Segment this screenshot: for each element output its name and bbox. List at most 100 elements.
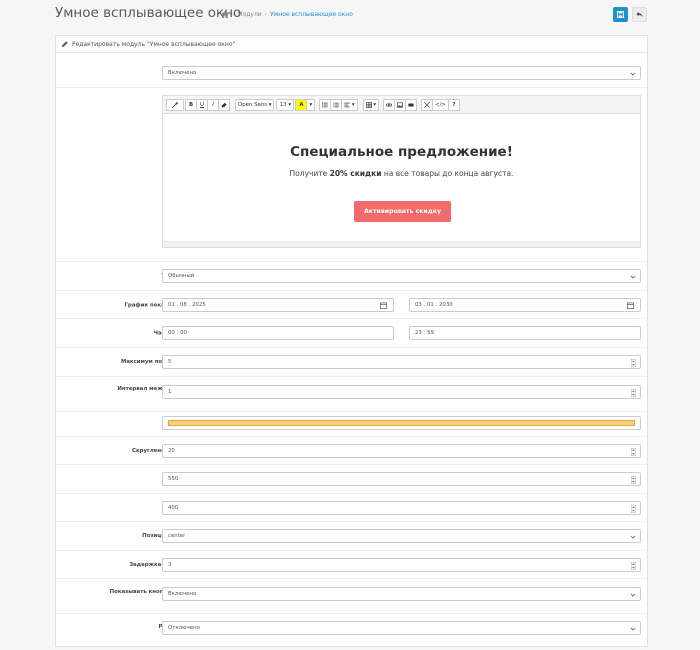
date-from-value: 01 . 08 . 2025 [168,302,206,308]
chevron-down-icon [630,627,636,631]
font-size-value: 13 [279,101,287,108]
breadcrumb-separator: › [264,11,268,18]
width-value: 550 [168,476,179,482]
activate-discount-button[interactable]: Активировать скидку [354,201,451,222]
height-value: 400 [168,505,179,511]
date-to-input[interactable]: 03 . 01 . 2030 [409,298,641,312]
row-close-button: Показывать кнопку закрытия Включено [56,579,647,614]
clear-format-button[interactable] [218,98,230,111]
editor-toolbar: B U I Open Sans ▾ 13 ▾ A ▾ ▾ ▾ </> ? [163,96,640,114]
align-left-icon [344,102,350,107]
row-hours: Часы показа ? 00 : 00 23 : 59 [56,319,647,348]
positioning-select[interactable]: center [162,529,641,543]
view-group: </> ? [421,98,460,111]
chevron-down-icon [630,72,636,76]
rich-text-editor[interactable]: B U I Open Sans ▾ 13 ▾ A ▾ ▾ ▾ </> ? Спе… [162,95,641,248]
offer-text-discount: 20% скидки [329,169,382,178]
width-input[interactable]: 550 [162,472,641,486]
offer-title: Специальное предложение! [290,144,513,160]
date-from-input[interactable]: 01 . 08 . 2025 [162,298,394,312]
spinner-icon[interactable] [631,389,636,397]
row-trigger-type: Тип триггера Обычный [56,262,647,291]
row-status: Статус Включено [56,54,647,88]
row-schedule-date: График показа (дата) ? 01 . 08 . 2025 03… [56,291,647,319]
help-button[interactable]: ? [447,98,460,111]
row-content: Содержимое B U I Open Sans ▾ [56,88,647,262]
table-dropdown[interactable]: ▾ [362,98,380,111]
breadcrumb-current[interactable]: Умное всплывающее окно [270,11,353,18]
close-button-value: Включено [168,591,197,597]
offer-text-start: Получите [289,169,330,178]
delay-input[interactable]: 3 [162,558,641,572]
bg-color-input[interactable] [162,416,641,430]
editor-resize-handle[interactable] [163,241,640,247]
row-interval: Интервал между показами (мин) ? 1 [56,377,647,412]
magic-style-button[interactable] [166,98,184,111]
breadcrumb-separator: › [232,11,235,18]
max-per-day-input[interactable]: 5 [162,355,641,369]
calendar-icon[interactable] [380,302,387,309]
paragraph-group: ▾ [319,98,358,111]
code-view-button[interactable]: </> [432,98,449,111]
spinner-icon[interactable] [631,505,636,513]
spinner-icon[interactable] [631,359,636,367]
cookie-mode-value: Отключено [168,625,200,631]
image-icon [397,101,404,108]
trigger-type-value: Обычный [168,273,195,279]
row-max-per-day: Максимум показов в день 5 [56,348,647,377]
calendar-icon[interactable] [627,302,634,309]
reply-icon [636,11,643,18]
interval-value: 1 [168,389,172,395]
panel-heading-text: Редактировать модуль "Умное всплывающее … [72,40,236,48]
row-positioning: Позиционирование center [56,522,647,551]
page-title: Умное всплывающее окно [55,5,242,21]
eraser-icon [221,102,227,107]
text-color-dropdown[interactable]: ▾ [306,98,316,111]
back-button[interactable] [632,7,647,22]
max-per-day-value: 5 [168,359,172,365]
offer-text: Получите 20% скидки на все товары до кон… [163,169,640,178]
row-width: Ширина (px) 550 [56,465,647,494]
table-icon [365,101,372,108]
color-swatch[interactable] [168,420,635,426]
border-radius-value: 20 [168,448,175,454]
trigger-type-select[interactable]: Обычный [162,269,641,283]
status-value: Включено [168,70,197,76]
row-border-radius: Скругление углов (px) 20 [56,437,647,465]
video-icon [408,103,414,106]
font-size-dropdown[interactable]: 13 ▾ [276,98,295,111]
interval-input[interactable]: 1 [162,385,641,399]
insert-group [383,98,418,111]
color-group: A ▾ [295,98,316,111]
close-button-select[interactable]: Включено [162,587,641,601]
border-radius-input[interactable]: 20 [162,444,641,458]
breadcrumb-modules[interactable]: Модули [237,11,261,18]
spinner-icon[interactable] [631,476,636,484]
page-header: Умное всплывающее окно › Модули › Умное … [0,0,700,30]
date-to-value: 03 . 01 . 2030 [415,302,453,308]
cookie-mode-select[interactable]: Отключено [162,621,641,635]
save-button[interactable] [613,7,628,22]
save-icon [617,11,624,18]
hours-from-input[interactable]: 00 : 00 [162,326,394,340]
row-delay: Задержка показа (сек) 3 [56,551,647,579]
delay-value: 3 [168,562,172,568]
spinner-icon[interactable] [631,448,636,456]
status-select[interactable]: Включено [162,66,641,80]
chevron-down-icon [630,275,636,279]
hours-to-input[interactable]: 23 : 59 [409,326,641,340]
height-input[interactable]: 400 [162,501,641,515]
align-dropdown[interactable]: ▾ [341,98,358,111]
panel-heading: Редактировать модуль "Умное всплывающее … [56,36,647,53]
home-icon[interactable] [221,11,229,18]
row-height: Высота (px) 400 [56,494,647,522]
hours-from-value: 00 : 00 [168,330,187,336]
row-bg-color: Цвет фона [56,412,647,437]
editor-content[interactable]: Специальное предложение! Получите 20% ск… [163,114,640,242]
video-button[interactable] [405,98,418,111]
list-ul-icon [322,102,328,107]
positioning-value: center [168,533,186,539]
font-family-dropdown[interactable]: Open Sans ▾ [235,98,275,111]
spinner-icon[interactable] [631,562,636,570]
link-icon [386,103,393,106]
